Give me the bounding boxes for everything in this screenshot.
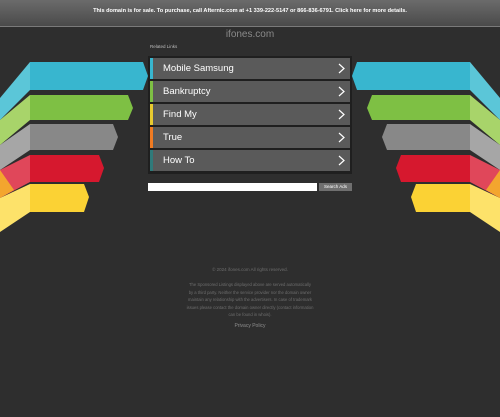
link-true[interactable]: True	[150, 127, 350, 148]
sale-banner-text[interactable]: This domain is for sale. To purchase, ca…	[0, 8, 500, 14]
copyright-text: © 2024 ifones.com All rights reserved.	[212, 267, 288, 272]
stripe-right-2	[352, 62, 470, 90]
related-links-label: Related Links	[150, 44, 178, 49]
stripe-left-10	[30, 184, 89, 212]
stripe-left-6	[30, 124, 118, 150]
search-input[interactable]	[148, 183, 317, 191]
sale-banner[interactable]: This domain is for sale. To purchase, ca…	[0, 0, 500, 27]
site-title: ifones.com	[225, 29, 275, 40]
disclaimer-line: The Sponsored Listings displayed above a…	[189, 282, 311, 287]
chevron-right-icon	[338, 109, 345, 120]
disclaimer-line: by a third party. Neither the service pr…	[188, 289, 312, 295]
link-label: Mobile Samsung	[163, 63, 234, 74]
link-label: Bankruptcy	[163, 86, 211, 97]
link-find-my[interactable]: Find My	[150, 104, 350, 125]
stripe-right-6	[382, 124, 470, 150]
link-label: Find My	[163, 109, 197, 120]
link-how-to[interactable]: How To	[150, 150, 350, 171]
stripe-right-8	[396, 155, 470, 182]
related-links-panel: Mobile Samsung Bankruptcy Find My True H…	[148, 56, 352, 174]
link-bankruptcy[interactable]: Bankruptcy	[150, 81, 350, 102]
disclaimer: The Sponsored Listings displayed above a…	[160, 281, 340, 319]
link-label: True	[163, 132, 183, 143]
disclaimer-line: can be found in whois).	[228, 312, 272, 318]
chevron-right-icon	[338, 86, 345, 97]
link-mobile-samsung[interactable]: Mobile Samsung	[150, 58, 350, 79]
disclaimer-line: issues please contact the domain owner d…	[186, 304, 314, 310]
chevron-right-icon	[338, 132, 345, 143]
chevron-right-icon	[338, 63, 345, 74]
disclaimer-line: maintain any relationship with the adver…	[187, 297, 313, 303]
privacy-policy-link[interactable]: Privacy Policy	[0, 323, 500, 329]
stripe-left-8	[30, 155, 104, 182]
chevron-right-icon	[338, 155, 345, 166]
stripe-left-4	[30, 95, 133, 120]
stripe-right-10	[411, 184, 470, 212]
search-button[interactable]: Search Ads	[319, 183, 352, 191]
stripe-right-4	[367, 95, 470, 120]
link-label: How To	[163, 155, 195, 166]
stripe-left-2	[30, 62, 148, 90]
